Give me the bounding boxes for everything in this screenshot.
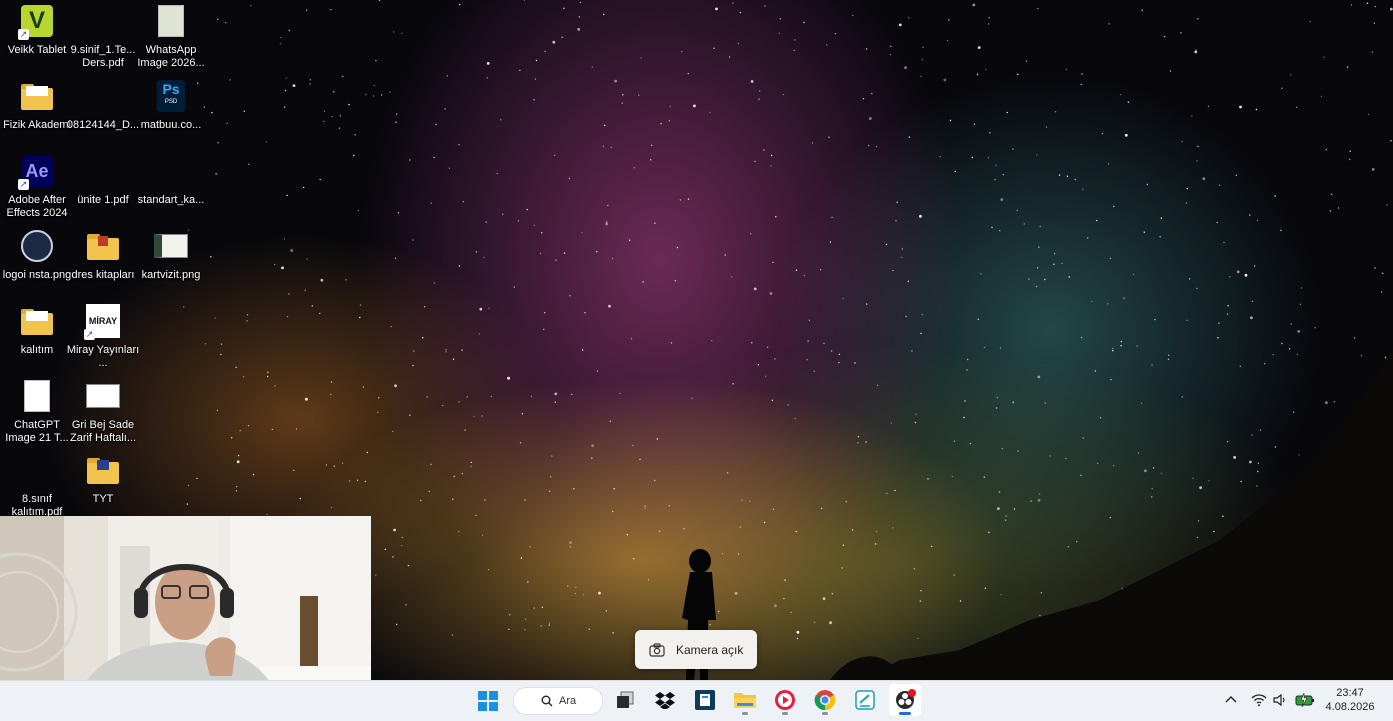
camera-toast-label: Kamera açık [676, 642, 744, 657]
task-view-button[interactable] [609, 684, 641, 716]
note-icon [855, 690, 875, 710]
camera-on-notification[interactable]: Kamera açık [635, 630, 757, 669]
desktop-icon-whatsapp-image[interactable]: WhatsApp Image 2026... [134, 0, 208, 74]
start-button[interactable] [472, 685, 504, 717]
windows-logo-icon [478, 691, 498, 711]
after-effects-icon: Ae ↗ [18, 154, 54, 190]
file-icon [154, 154, 188, 188]
chrome-icon [814, 690, 836, 711]
desktop-icon-standart-ka[interactable]: standart_ka... [134, 150, 208, 224]
desktop-icon-dres-kitaplari[interactable]: dres kitapları [66, 225, 140, 299]
media-player-button[interactable] [769, 684, 801, 716]
file-explorer-button[interactable] [729, 684, 761, 716]
desktop-icon-after-effects[interactable]: Ae ↗ Adobe After Effects 2024 [0, 150, 74, 224]
pdf-file-icon [86, 4, 120, 38]
taskbar-search[interactable]: Ara [513, 687, 603, 715]
folder-icon [734, 693, 756, 708]
desktop-icon-fizik-akademi[interactable]: Fizik Akademi [0, 75, 74, 149]
desktop-icon-08124144[interactable]: 08124144_D... [66, 75, 140, 149]
battery-charging-icon[interactable] [1295, 692, 1315, 708]
folder-icon [86, 229, 120, 263]
folder-icon [20, 79, 54, 113]
dropbox-button[interactable] [649, 684, 681, 716]
clock-date: 4.08.2026 [1325, 701, 1375, 713]
desktop-icon-matbuu[interactable]: Ps PSD matbuu.co... [134, 75, 208, 149]
desktop-icon-9-sinif-ders[interactable]: 9.sinif_1.Te... Ders.pdf [66, 0, 140, 74]
desktop-icon-kalitim[interactable]: kalıtım [0, 300, 74, 374]
desktop-icon-miray-yayinlari[interactable]: MİRAY ↗ Miray Yayınları ... [66, 300, 140, 374]
clock-time: 23:47 [1336, 687, 1364, 699]
image-file-icon [20, 379, 54, 413]
task-view-icon [617, 691, 634, 708]
desktop-icon-chatgpt-image[interactable]: ChatGPT Image 21 T... [0, 375, 74, 449]
pdf-file-icon [20, 453, 54, 487]
desktop-icon-gri-bej[interactable]: Gri Bej Sade Zarif Haftalı... [66, 375, 140, 449]
logo-image-icon [20, 229, 54, 263]
desktop-icon-kartvizit[interactable]: kartvizit.png [134, 225, 208, 299]
desktop-icon-logoinsta[interactable]: logoi nsta.png [0, 225, 74, 299]
file-icon [86, 79, 120, 113]
miray-shortcut-icon: MİRAY ↗ [84, 304, 120, 340]
search-label: Ara [559, 695, 577, 707]
sticky-app-button[interactable] [849, 684, 881, 716]
desktop-icon-veikk-tablet[interactable]: V ↗ Veikk Tablet [0, 0, 74, 74]
pdf-file-icon [86, 154, 120, 188]
camera-icon [649, 642, 665, 657]
chevron-up-icon[interactable] [1223, 692, 1239, 708]
folder-icon [86, 453, 120, 487]
book-app-button[interactable] [689, 684, 721, 716]
photoshop-file-icon: Ps PSD [154, 79, 188, 113]
book-app-icon [695, 690, 715, 710]
desktop-icon-unite-1[interactable]: ünite 1.pdf [66, 150, 140, 224]
search-icon [541, 695, 553, 707]
image-file-icon [154, 4, 188, 38]
image-file-icon [154, 229, 188, 263]
veikk-shortcut-icon: V ↗ [18, 4, 54, 40]
chrome-button[interactable] [809, 684, 841, 716]
taskbar-clock[interactable]: 23:47 4.08.2026 [1320, 686, 1380, 714]
play-icon [775, 690, 795, 710]
wifi-icon[interactable] [1251, 692, 1267, 708]
folder-icon [20, 304, 54, 338]
obs-icon [896, 689, 916, 709]
obs-button[interactable] [889, 684, 921, 716]
dropbox-icon [655, 692, 675, 709]
image-file-icon [86, 379, 120, 413]
desktop-icon-tyt[interactable]: TYT [66, 449, 140, 523]
speaker-icon[interactable] [1272, 692, 1288, 708]
desktop-icon-8-sinif-kalitim[interactable]: 8.sınıf kalıtım.pdf [0, 449, 74, 523]
